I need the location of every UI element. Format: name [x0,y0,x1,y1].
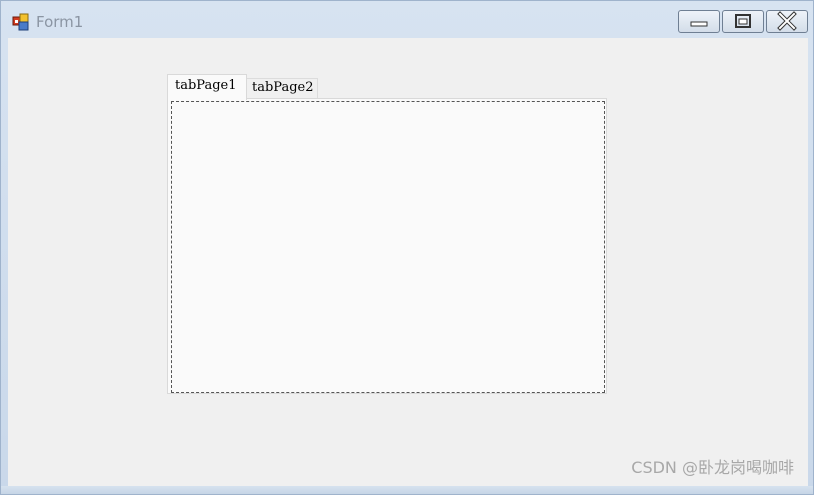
form-client-area: tabPage2 tabPage1 CSDN @卧龙岗喝咖啡 [8,38,808,486]
watermark-text: CSDN @卧龙岗喝咖啡 [631,458,794,477]
tab-tabpage2[interactable]: tabPage2 [246,78,318,98]
tab-label: tabPage2 [252,80,314,95]
maximize-button[interactable] [722,10,764,33]
tab-label: tabPage1 [175,78,237,93]
tab-page-content [167,98,607,394]
minimize-button[interactable] [678,10,720,33]
window-bottom-border [1,486,813,494]
window-title: Form1 [36,13,84,31]
app-icon [12,13,30,31]
close-button[interactable] [766,10,808,33]
tab-control: tabPage2 tabPage1 [167,74,607,394]
title-bar[interactable]: Form1 [1,1,813,37]
tab-tabpage1[interactable]: tabPage1 [167,74,247,100]
form-window: Form1 tabPage2 tabPage1 CSDN @卧龙岗喝咖啡 [0,0,814,495]
tab-page-design-surface[interactable] [171,101,605,393]
